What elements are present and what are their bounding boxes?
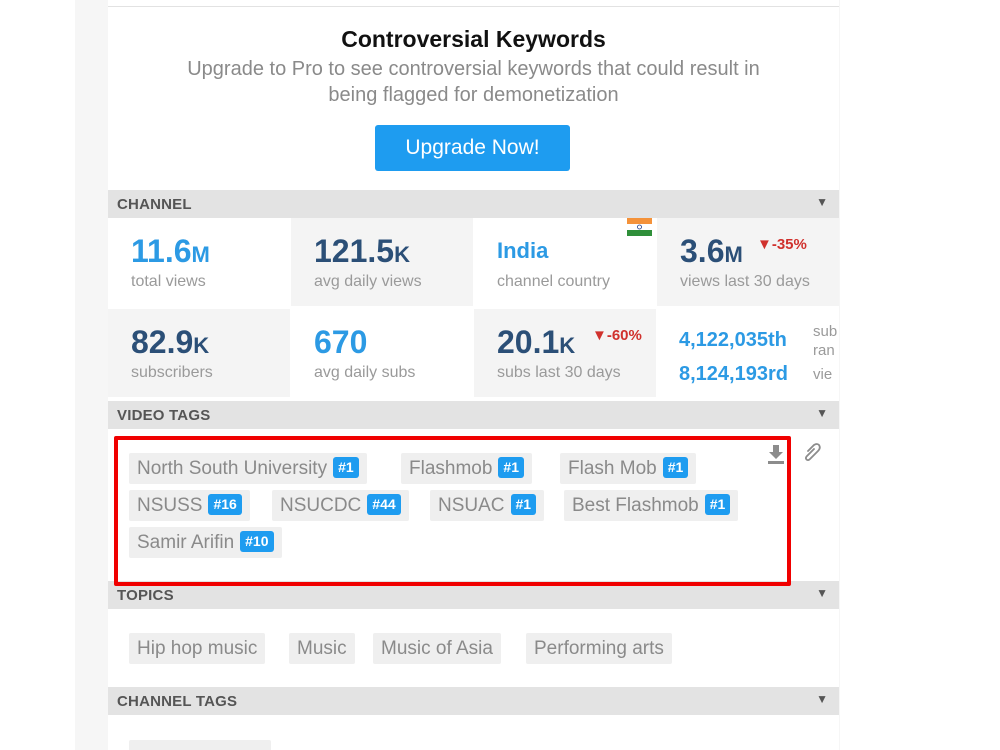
subs-change-badge: ▼-60% <box>592 327 642 344</box>
stat-avg-daily-subs: 670 avg daily subs <box>291 309 473 397</box>
upgrade-now-button[interactable]: Upgrade Now! <box>375 125 570 171</box>
views-change-badge: ▼-35% <box>757 236 807 253</box>
stat-value: 3.6M <box>680 233 743 269</box>
stat-views-last-30-days: 3.6M ▼-35% views last 30 days <box>657 218 839 306</box>
stat-total-views: 11.6M total views <box>108 218 290 306</box>
stat-label: subs last 30 days <box>497 364 621 381</box>
channel-tag-partial[interactable] <box>129 740 271 750</box>
topic-tag[interactable]: Music of Asia <box>373 633 501 664</box>
channel-tags-section-header[interactable]: CHANNEL TAGS ▼ <box>108 687 839 715</box>
chevron-down-icon[interactable]: ▼ <box>816 406 828 420</box>
video-tags-section-label: VIDEO TAGS <box>117 407 211 424</box>
subscriber-rank: 4,122,035th <box>679 329 787 351</box>
promo-subtitle: Upgrade to Pro to see controversial keyw… <box>187 58 760 106</box>
stat-value: India <box>497 238 549 263</box>
stat-avg-daily-views: 121.5K avg daily views <box>291 218 473 306</box>
stat-label: channel country <box>497 273 610 290</box>
channel-tags-section-label: CHANNEL TAGS <box>117 693 238 710</box>
subscriber-rank-note: sub <box>813 323 838 340</box>
chevron-down-icon[interactable]: ▼ <box>816 586 828 600</box>
chevron-down-icon[interactable]: ▼ <box>816 692 828 706</box>
view-rank: 8,124,193rd <box>679 363 788 385</box>
chevron-down-icon[interactable]: ▼ <box>816 195 828 209</box>
view-rank-note: vie <box>813 366 833 383</box>
paperclip-icon[interactable] <box>802 442 822 464</box>
stat-value: 11.6M <box>131 233 210 269</box>
topic-tag[interactable]: Performing arts <box>526 633 672 664</box>
topic-tag[interactable]: Music <box>289 633 355 664</box>
rank-note-top: ran <box>813 342 835 359</box>
topics-section-label: TOPICS <box>117 587 174 604</box>
left-gutter <box>0 0 75 750</box>
stats-panel: Controversial Keywords Upgrade to Pro to… <box>108 0 839 750</box>
video-tags-section-header[interactable]: VIDEO TAGS ▼ <box>108 401 839 429</box>
stat-value: 670 <box>314 324 368 360</box>
stat-label: avg daily subs <box>314 364 416 381</box>
stat-label: avg daily views <box>314 273 422 290</box>
stat-label: subscribers <box>131 364 213 381</box>
top-divider <box>108 6 839 7</box>
stat-value: 20.1K <box>497 324 576 360</box>
topic-tag[interactable]: Hip hop music <box>129 633 266 664</box>
promo-title: Controversial Keywords <box>341 26 606 52</box>
stat-label: views last 30 days <box>680 273 810 290</box>
stat-label: total views <box>131 273 206 290</box>
channel-section-header[interactable]: CHANNEL ▼ <box>108 190 839 218</box>
highlight-box <box>114 436 791 586</box>
channel-section-label: CHANNEL <box>117 196 192 213</box>
stat-subscribers: 82.9K subscribers <box>108 309 290 397</box>
stat-subs-last-30-days: 20.1K ▼-60% subs last 30 days <box>474 309 656 397</box>
india-flag-icon <box>627 218 652 236</box>
stat-value: 121.5K <box>314 233 410 269</box>
stat-value: 82.9K <box>131 324 210 360</box>
